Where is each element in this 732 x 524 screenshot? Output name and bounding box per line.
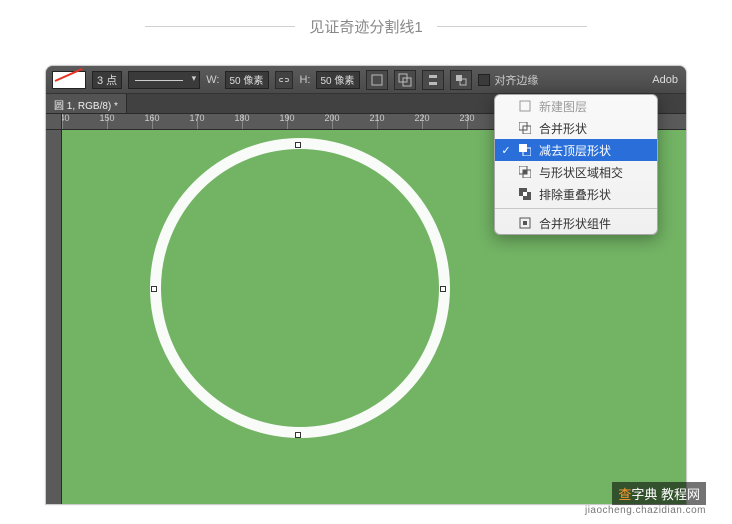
checkbox-icon	[478, 74, 490, 86]
ruler-tick: 160	[144, 114, 159, 123]
ruler-tick: 180	[234, 114, 249, 123]
ruler-corner	[46, 114, 62, 130]
path-ops-dropdown-icon[interactable]	[394, 70, 416, 90]
divider-right	[437, 26, 587, 27]
menu-label: 减去顶层形状	[539, 142, 611, 159]
menu-label: 合并形状组件	[539, 215, 611, 232]
ruler-tick: 200	[324, 114, 339, 123]
menu-label: 新建图层	[539, 98, 587, 115]
ruler-tick: 230	[459, 114, 474, 123]
ruler-tick: 220	[414, 114, 429, 123]
link-wh-icon[interactable]	[275, 71, 293, 89]
ruler-tick: 150	[99, 114, 114, 123]
merge-icon	[517, 216, 533, 230]
ruler-tick: 190	[279, 114, 294, 123]
anchor-point-left[interactable]	[151, 286, 157, 292]
page-title: 见证奇迹分割线1	[309, 16, 422, 37]
anchor-point-top[interactable]	[295, 142, 301, 148]
menu-label: 合并形状	[539, 120, 587, 137]
menu-item-combine[interactable]: 合并形状	[495, 117, 657, 139]
width-label: W:	[206, 74, 219, 86]
exclude-icon	[517, 187, 533, 201]
width-field[interactable]: 50 像素	[225, 71, 269, 89]
combine-icon	[517, 121, 533, 135]
path-options-icon[interactable]	[366, 70, 388, 90]
anchor-point-right[interactable]	[440, 286, 446, 292]
stroke-style-dropdown[interactable]	[128, 71, 200, 89]
menu-item-subtract[interactable]: ✓ 减去顶层形状	[495, 139, 657, 161]
ruler-tick: 140	[62, 114, 70, 123]
menu-item-intersect[interactable]: 与形状区域相交	[495, 161, 657, 183]
page-header: 见证奇迹分割线1	[0, 0, 732, 65]
path-operations-menu: 新建图层 合并形状 ✓ 减去顶层形状 与形状区域相交 排除重叠形状	[494, 94, 658, 235]
stroke-width-field[interactable]: 3 点	[92, 71, 122, 89]
stroke-color-swatch[interactable]	[52, 71, 86, 89]
path-align-icon[interactable]	[422, 70, 444, 90]
menu-separator	[495, 208, 657, 209]
app-window: 3 点 W: 50 像素 H: 50 像素 对齐边缘	[45, 65, 687, 505]
menu-label: 与形状区域相交	[539, 164, 623, 181]
circle-shape[interactable]	[150, 138, 450, 438]
height-field[interactable]: 50 像素	[316, 71, 360, 89]
menu-item-merge-components[interactable]: 合并形状组件	[495, 212, 657, 234]
align-edges-checkbox[interactable]: 对齐边缘	[478, 72, 538, 88]
menu-item-exclude[interactable]: 排除重叠形状	[495, 183, 657, 205]
subtract-icon	[517, 143, 533, 157]
menu-label: 排除重叠形状	[539, 186, 611, 203]
check-icon: ✓	[495, 144, 517, 157]
menu-item-new-layer: 新建图层	[495, 95, 657, 117]
height-label: H:	[299, 74, 310, 86]
path-arrange-icon[interactable]	[450, 70, 472, 90]
watermark: 查字典 教程网 jiaocheng.chazidian.com	[585, 482, 706, 516]
anchor-point-bottom[interactable]	[295, 432, 301, 438]
adobe-label: Adob	[652, 74, 680, 86]
document-tab[interactable]: 圆 1, RGB/8) *	[46, 94, 127, 113]
align-edges-label: 对齐边缘	[494, 72, 538, 88]
watermark-brand: 查字典 教程网	[612, 482, 706, 505]
watermark-url: jiaocheng.chazidian.com	[585, 505, 706, 516]
ruler-tick: 170	[189, 114, 204, 123]
ruler-tick: 210	[369, 114, 384, 123]
new-layer-icon	[517, 99, 533, 113]
divider-left	[145, 26, 295, 27]
options-bar: 3 点 W: 50 像素 H: 50 像素 对齐边缘	[46, 66, 686, 94]
intersect-icon	[517, 165, 533, 179]
ruler-vertical[interactable]	[46, 130, 62, 504]
